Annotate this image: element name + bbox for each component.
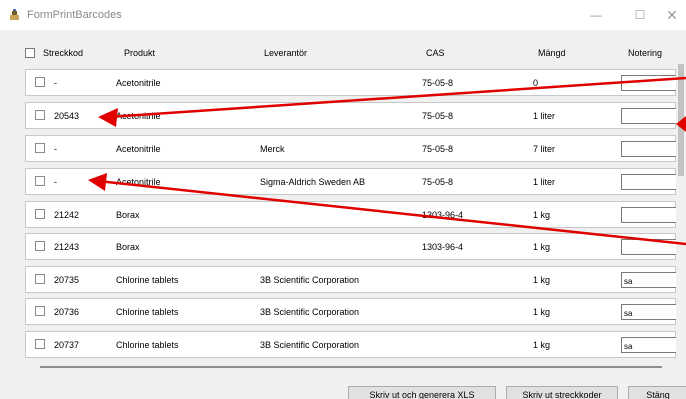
column-header-supplier: Leverantör [264, 48, 308, 58]
row-checkbox[interactable] [35, 339, 45, 349]
table-row[interactable]: 21243 Borax 1303-96-4 1 kg [25, 233, 681, 260]
cell-code: 21242 [54, 210, 80, 220]
table-row[interactable]: 20737 Chlorine tablets 3B Scientific Cor… [25, 331, 681, 358]
row-checkbox[interactable] [35, 241, 45, 251]
cell-product: Acetonitrile [116, 78, 161, 88]
cell-quantity: 1 kg [533, 242, 551, 252]
cell-product: Borax [116, 210, 140, 220]
cell-code: 20735 [54, 275, 80, 285]
close-window-button[interactable]: ✕ [660, 7, 684, 23]
row-checkbox[interactable] [35, 143, 45, 153]
cell-product: Acetonitrile [116, 177, 161, 187]
row-checkbox[interactable] [35, 176, 45, 186]
select-all-checkbox[interactable] [25, 48, 35, 58]
column-header-quantity: Mängd [538, 48, 566, 58]
cell-code: 20736 [54, 307, 80, 317]
window-title: FormPrintBarcodes [27, 9, 122, 21]
cell-quantity: 0 [533, 78, 539, 88]
cell-supplier: 3B Scientific Corporation [260, 307, 360, 317]
app-icon [10, 9, 19, 20]
cell-product: Borax [116, 242, 140, 252]
print-and-generate-xls-button[interactable]: Skriv ut och generera XLS [348, 386, 496, 399]
cell-cas: 1303-96-4 [422, 210, 464, 220]
note-input[interactable]: sa [621, 272, 681, 288]
table-row[interactable]: 20736 Chlorine tablets 3B Scientific Cor… [25, 298, 681, 325]
cell-quantity: 1 kg [533, 275, 551, 285]
cell-code: 20543 [54, 111, 80, 121]
cell-product: Acetonitrile [116, 144, 161, 154]
row-checkbox[interactable] [35, 306, 45, 316]
cell-quantity: 1 liter [533, 177, 556, 187]
note-input[interactable]: sa [621, 337, 681, 353]
note-input[interactable] [621, 75, 681, 91]
row-checkbox[interactable] [35, 77, 45, 87]
cell-code: - [54, 144, 57, 154]
cell-quantity: 1 kg [533, 340, 551, 350]
cell-quantity: 7 liter [533, 144, 556, 154]
note-input[interactable] [621, 174, 681, 190]
maximize-button[interactable]: ☐ [628, 7, 652, 23]
minimize-button[interactable]: — [584, 7, 608, 23]
cell-cas: 75-05-8 [422, 111, 454, 121]
column-header-code: Streckkod [43, 48, 84, 58]
cell-cas: 1303-96-4 [422, 242, 464, 252]
table-row[interactable]: - Acetonitrile Merck 75-05-8 7 liter [25, 135, 681, 162]
cell-code: - [54, 177, 57, 187]
row-checkbox[interactable] [35, 209, 45, 219]
row-checkbox[interactable] [35, 274, 45, 284]
note-input[interactable]: sa [621, 304, 681, 320]
cell-product: Chlorine tablets [116, 340, 179, 350]
row-checkbox[interactable] [35, 110, 45, 120]
close-button[interactable]: Stäng [628, 386, 686, 399]
cell-code: - [54, 78, 57, 88]
horizontal-scrollbar[interactable] [40, 366, 662, 368]
cell-supplier: 3B Scientific Corporation [260, 275, 360, 285]
cell-product: Chlorine tablets [116, 275, 179, 285]
cell-quantity: 1 kg [533, 307, 551, 317]
column-header-note: Notering [628, 48, 663, 58]
table-row[interactable]: - Acetonitrile 75-05-8 0 [25, 69, 681, 96]
table-row[interactable]: 21242 Borax 1303-96-4 1 kg [25, 201, 681, 228]
cell-supplier: Merck [260, 144, 285, 154]
table-row[interactable]: 20735 Chlorine tablets 3B Scientific Cor… [25, 266, 681, 293]
note-input[interactable] [621, 239, 681, 255]
note-input[interactable] [621, 141, 681, 157]
cell-quantity: 1 kg [533, 210, 551, 220]
cell-supplier: Sigma-Aldrich Sweden AB [260, 177, 366, 187]
cell-code: 20737 [54, 340, 80, 350]
column-header-cas: CAS [426, 48, 445, 58]
cell-quantity: 1 liter [533, 111, 556, 121]
cell-code: 21243 [54, 242, 80, 252]
column-header-product: Produkt [124, 48, 156, 58]
note-input[interactable] [621, 108, 681, 124]
vertical-scrollbar[interactable] [676, 64, 686, 356]
cell-cas: 75-05-8 [422, 144, 454, 154]
cell-product: Chlorine tablets [116, 307, 179, 317]
note-input[interactable] [621, 207, 681, 223]
cell-supplier: 3B Scientific Corporation [260, 340, 360, 350]
table-row[interactable]: 20543 Acetonitrile 75-05-8 1 liter [25, 102, 681, 129]
scrollbar-thumb[interactable] [678, 64, 684, 176]
print-barcodes-button[interactable]: Skriv ut streckkoder [506, 386, 618, 399]
cell-cas: 75-05-8 [422, 177, 454, 187]
title-bar: FormPrintBarcodes — ☐ ✕ [0, 0, 686, 30]
table-row[interactable]: - Acetonitrile Sigma-Aldrich Sweden AB 7… [25, 168, 681, 195]
cell-cas: 75-05-8 [422, 78, 454, 88]
cell-product: Acetonitrile [116, 111, 161, 121]
